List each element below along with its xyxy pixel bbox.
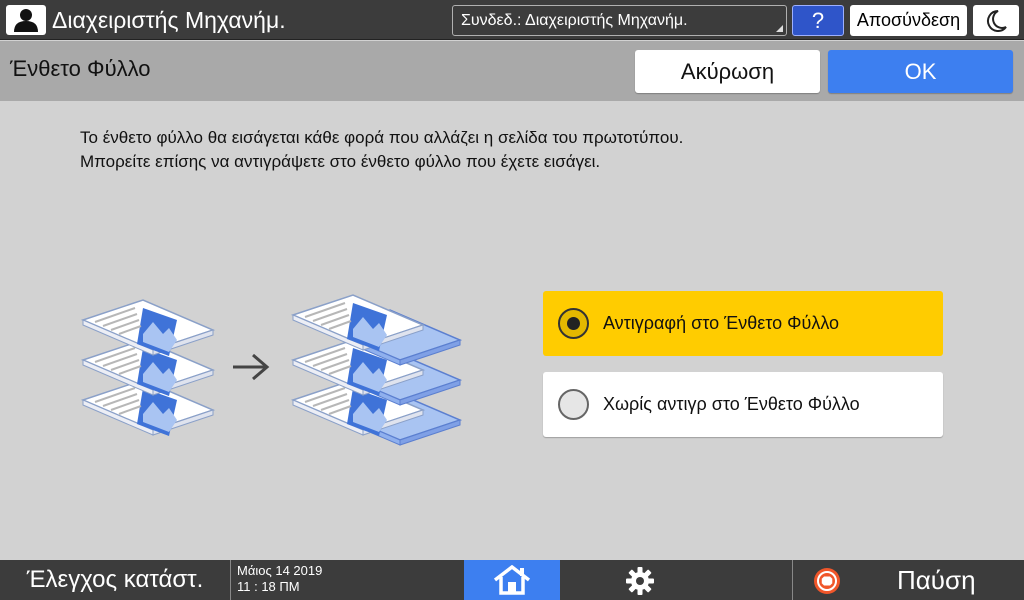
user-icon [14,9,38,32]
app-title: Διαχειριστής Μηχανήμ. [52,7,286,33]
status-check-button[interactable]: Έλεγχος κατάστ. [0,560,230,600]
cancel-button[interactable]: Ακύρωση [635,50,820,93]
home-icon [493,565,531,595]
energy-saver-button[interactable] [973,5,1019,36]
radio-unselected-icon [558,389,589,420]
page-title: Ένθετο Φύλλο [10,56,151,81]
date-label: Μάιος 14 2019 [237,563,323,578]
bottom-bar: Έλεγχος κατάστ. Μάιος 14 2019 11 : 18 ΠΜ [0,560,1024,600]
stop-button[interactable]: Παύση [792,560,1024,600]
title-bar: Ένθετο Φύλλο Ακύρωση OK [0,41,1024,101]
home-button[interactable] [464,560,560,600]
dropdown-corner-icon [776,25,783,32]
option-no-copy-to-slip-sheet[interactable]: Χωρίς αντιγρ στο Ένθετο Φύλλο [543,372,943,437]
description-line-2: Μπορείτε επίσης να αντιγράψετε στο ένθετ… [80,152,601,171]
logged-in-user-select[interactable]: Συνδεδ.: Διαχειριστής Μηχανήμ. [452,5,787,36]
settings-button[interactable] [560,560,790,600]
stop-label: Παύση [897,565,976,595]
slip-sheet-illustration [82,294,461,446]
stop-icon [814,568,840,594]
description: Το ένθετο φύλλο θα εισάγεται κάθε φορά π… [80,126,683,174]
top-bar: Διαχειριστής Μηχανήμ. Συνδεδ.: Διαχειρισ… [0,0,1024,40]
logged-in-user-label: Συνδεδ.: Διαχειριστής Μηχανήμ. [461,12,688,29]
user-button[interactable] [6,5,46,35]
ok-button[interactable]: OK [828,50,1013,93]
description-line-1: Το ένθετο φύλλο θα εισάγεται κάθε φορά π… [80,128,684,147]
option-copy-to-slip-sheet[interactable]: Αντιγραφή στο Ένθετο Φύλλο [543,291,943,356]
logout-button[interactable]: Αποσύνδεση [850,5,967,36]
gear-icon [626,567,654,595]
date-time: Μάιος 14 2019 11 : 18 ΠΜ [230,560,464,600]
result-sheets [292,294,461,446]
time-label: 11 : 18 ΠΜ [237,579,300,594]
arrow-right-icon [233,353,270,381]
option-label: Αντιγραφή στο Ένθετο Φύλλο [603,313,840,333]
moon-icon [987,10,1007,32]
help-button[interactable]: ? [792,5,844,36]
option-label: Χωρίς αντιγρ στο Ένθετο Φύλλο [603,394,860,414]
radio-selected-icon [558,308,589,339]
original-sheets [82,299,214,437]
